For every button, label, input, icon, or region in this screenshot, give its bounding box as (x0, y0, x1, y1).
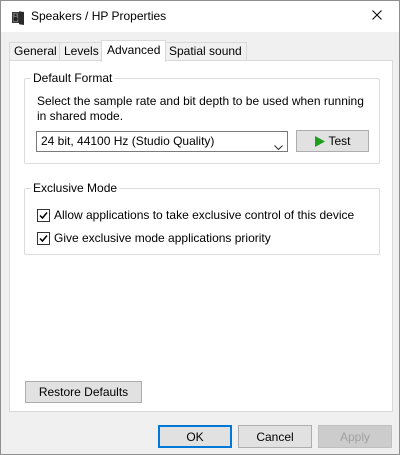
chevron-down-icon (274, 138, 283, 151)
checkmark-icon (39, 211, 48, 219)
exclusive-control-label: Allow applications to take exclusive con… (54, 208, 355, 222)
test-label: Test (328, 134, 351, 148)
ok-button[interactable]: OK (158, 425, 232, 448)
tab-advanced[interactable]: Advanced (101, 40, 167, 62)
tab-levels[interactable]: Levels (59, 42, 104, 61)
tab-label: Advanced (107, 43, 161, 57)
close-button[interactable] (354, 1, 399, 31)
exclusive-priority-checkbox[interactable] (37, 231, 50, 245)
tab-spatial-sound[interactable]: Spatial sound (164, 42, 247, 61)
play-icon (314, 135, 326, 147)
tab-strip: General Levels Advanced Spatial sound (9, 40, 393, 62)
title-bar[interactable]: Speakers / HP Properties (1, 1, 399, 32)
tab-label: General (14, 44, 57, 58)
speaker-icon (10, 9, 26, 25)
default-format-group: Default Format Select the sample rate an… (24, 71, 380, 164)
test-button[interactable]: Test (296, 130, 369, 152)
window-title: Speakers / HP Properties (31, 9, 167, 23)
restore-defaults-label: Restore Defaults (38, 385, 129, 399)
tab-general[interactable]: General (9, 42, 62, 61)
close-icon (371, 9, 382, 23)
cancel-button[interactable]: Cancel (238, 425, 312, 448)
exclusive-priority-label: Give exclusive mode applications priorit… (54, 231, 271, 245)
ok-label: OK (186, 429, 204, 444)
exclusive-control-option[interactable]: Allow applications to take exclusive con… (37, 207, 354, 223)
advanced-panel: Default Format Select the sample rate an… (9, 60, 393, 412)
exclusive-priority-option[interactable]: Give exclusive mode applications priorit… (37, 230, 271, 246)
exclusive-control-checkbox[interactable] (37, 208, 50, 222)
tab-label: Spatial sound (169, 44, 242, 58)
exclusive-mode-group: Exclusive Mode Allow applications to tak… (24, 181, 380, 255)
apply-button[interactable]: Apply (318, 425, 392, 448)
selected-format: 24 bit, 44100 Hz (Studio Quality) (41, 134, 215, 148)
default-format-label: Default Format (31, 71, 115, 85)
format-description: Select the sample rate and bit depth to … (37, 94, 364, 123)
exclusive-mode-label: Exclusive Mode (31, 181, 120, 195)
tab-label: Levels (64, 44, 99, 58)
restore-defaults-button[interactable]: Restore Defaults (25, 381, 142, 403)
format-select[interactable]: 24 bit, 44100 Hz (Studio Quality) (36, 131, 288, 152)
properties-dialog: Speakers / HP Properties General Levels … (0, 0, 400, 455)
cancel-label: Cancel (256, 429, 294, 444)
checkmark-icon (39, 234, 48, 242)
apply-label: Apply (339, 429, 371, 444)
